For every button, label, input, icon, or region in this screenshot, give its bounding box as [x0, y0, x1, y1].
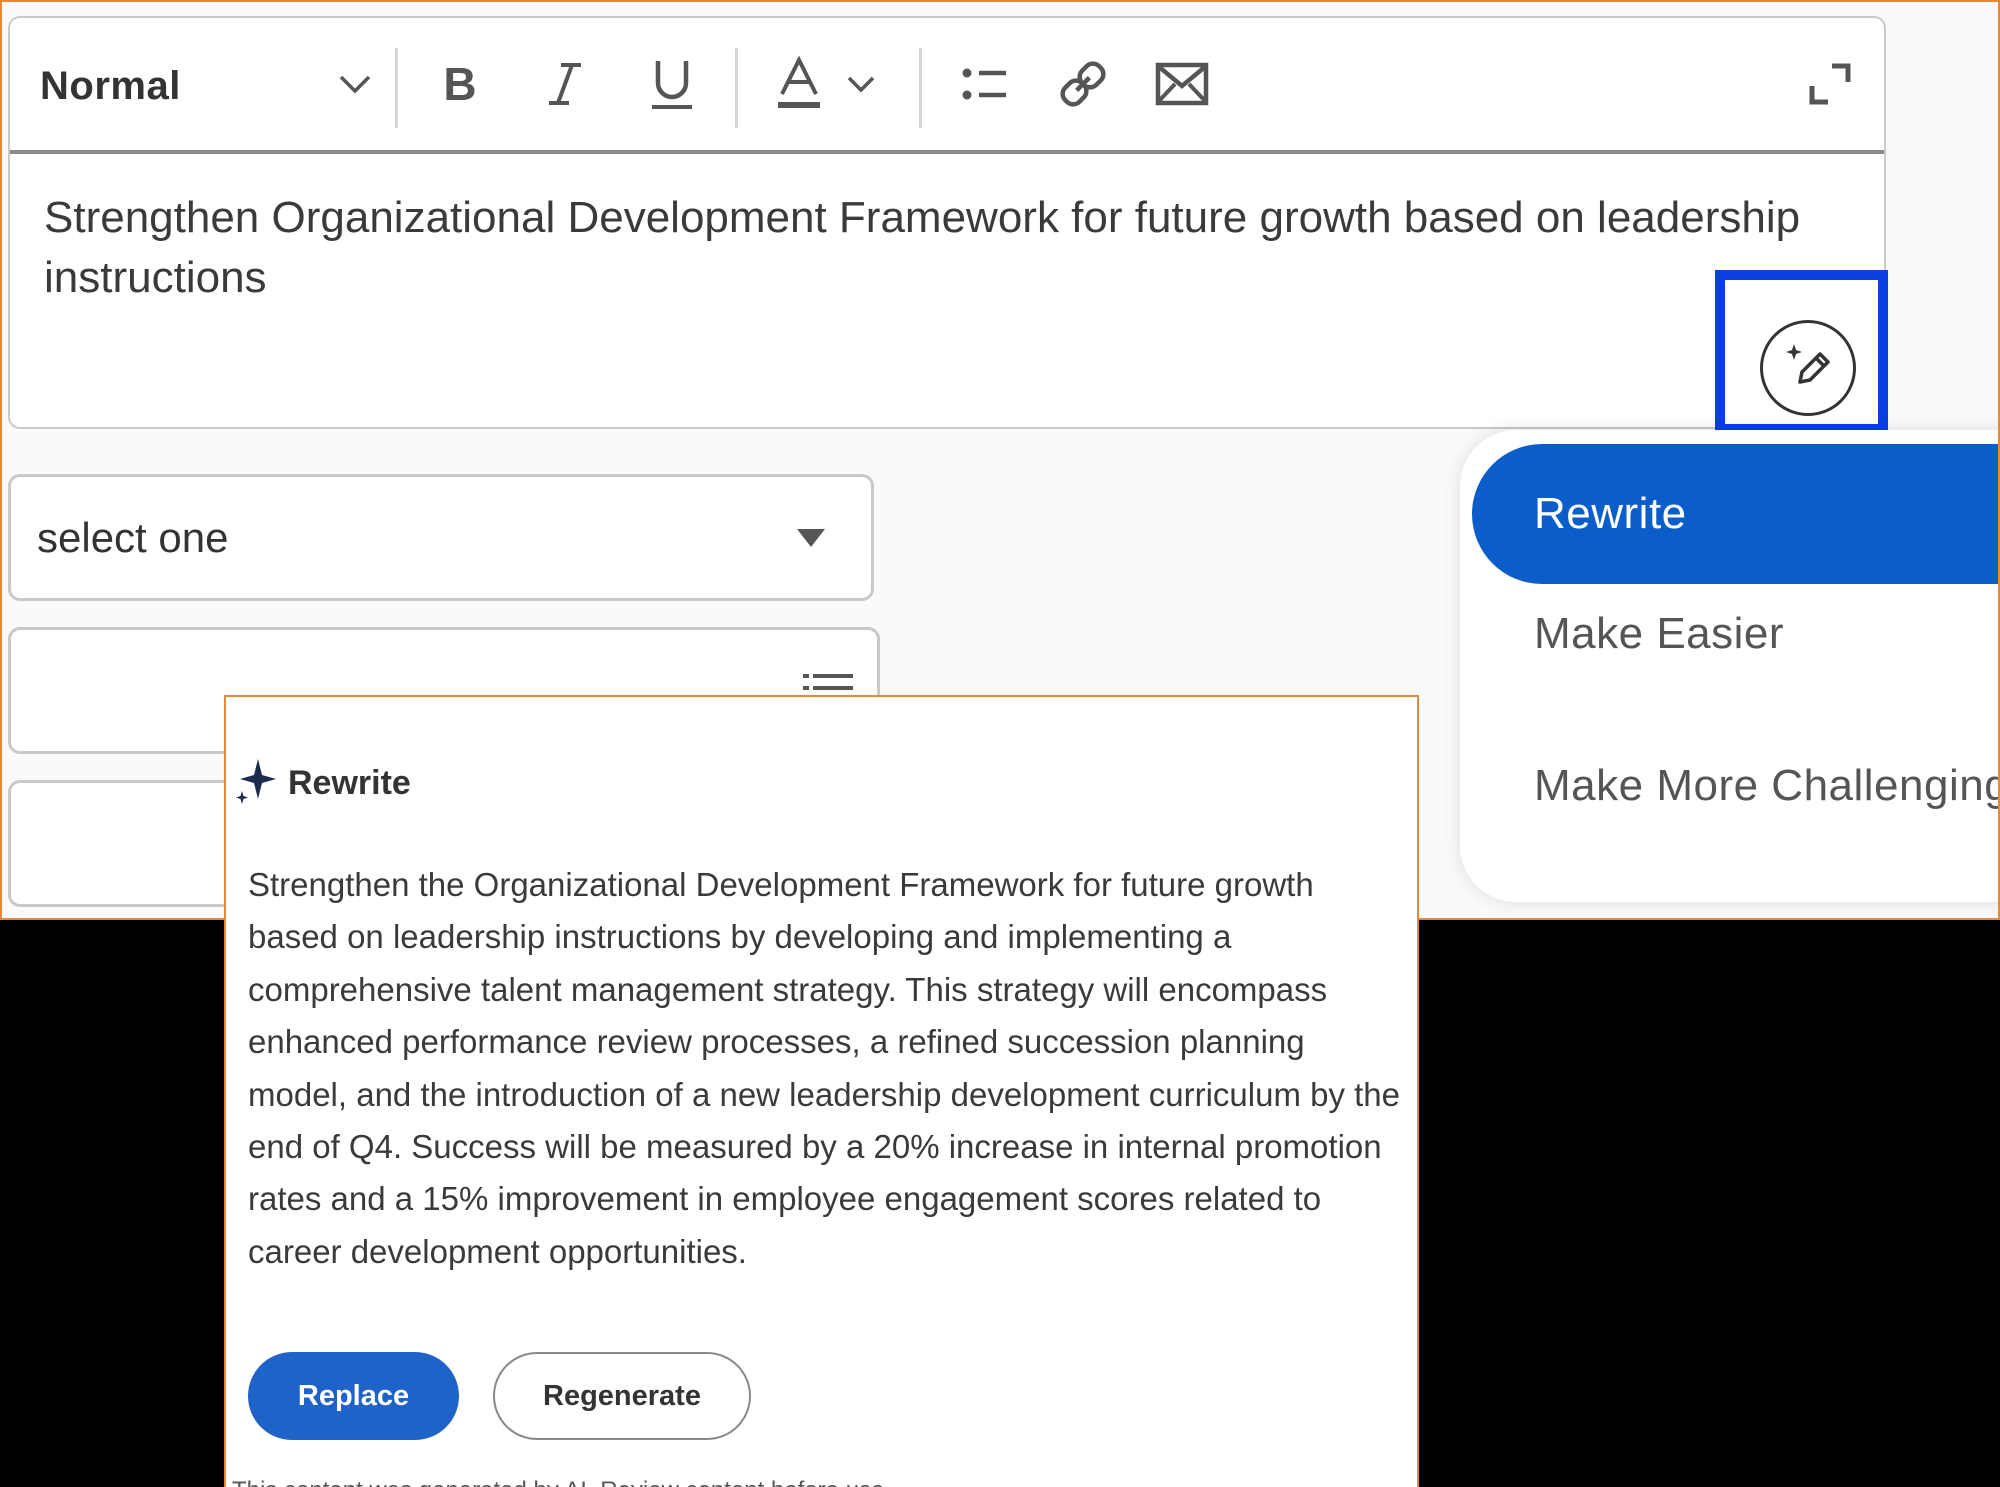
card-title: Rewrite	[288, 764, 411, 802]
link-icon	[1057, 58, 1109, 115]
italic-button[interactable]	[520, 18, 610, 154]
toolbar-divider	[395, 48, 398, 128]
italic-icon	[545, 60, 585, 113]
text-style-label: Normal	[40, 63, 181, 108]
magic-pencil-icon	[1780, 338, 1836, 399]
bullet-list-button[interactable]	[940, 18, 1030, 154]
underline-button[interactable]	[627, 18, 717, 154]
text-style-select[interactable]: Normal	[40, 18, 380, 154]
email-button[interactable]	[1137, 18, 1227, 154]
toolbar-divider	[919, 48, 922, 128]
card-header: Rewrite	[234, 757, 411, 810]
link-button[interactable]	[1038, 18, 1128, 154]
bold-icon: B	[442, 58, 478, 113]
rewrite-result-card: Rewrite Strengthen the Organizational De…	[224, 695, 1419, 1487]
sparkle-icon	[234, 757, 278, 810]
underline-icon	[650, 57, 694, 116]
rich-text-editor: Normal B Strengthen Organizational Devel…	[8, 16, 1886, 429]
bullet-list-icon	[962, 64, 1008, 109]
chevron-down-icon	[846, 74, 876, 99]
select-placeholder: select one	[37, 513, 229, 561]
font-color-button[interactable]	[755, 18, 895, 154]
rewrite-options-menu: Rewrite Make Easier Make More Challengin…	[1460, 430, 1998, 902]
select-one-dropdown[interactable]: select one	[8, 474, 874, 601]
rewrite-text: Strengthen the Organizational Developmen…	[248, 866, 1401, 1270]
editor-toolbar: Normal B	[10, 18, 1884, 154]
replace-button[interactable]: Replace	[248, 1352, 459, 1440]
email-icon	[1155, 62, 1209, 111]
ai-disclaimer: This content was generated by AI. Review…	[232, 1477, 891, 1487]
expand-button[interactable]	[1800, 18, 1860, 154]
toolbar-divider	[735, 48, 738, 128]
editor-content[interactable]: Strengthen Organizational Development Fr…	[44, 188, 1844, 308]
menu-item-rewrite[interactable]: Rewrite	[1472, 444, 1998, 584]
menu-item-make-easier[interactable]: Make Easier	[1472, 564, 1998, 704]
bold-button[interactable]: B	[415, 18, 505, 154]
caret-down-icon	[795, 527, 827, 554]
font-color-icon	[774, 55, 824, 117]
chevron-down-icon	[338, 73, 372, 100]
menu-item-make-more-challenging[interactable]: Make More Challenging	[1472, 716, 1998, 856]
regenerate-button[interactable]: Regenerate	[493, 1352, 751, 1440]
ai-assist-button[interactable]	[1760, 320, 1856, 416]
svg-text:B: B	[443, 60, 476, 108]
expand-icon	[1808, 62, 1852, 111]
